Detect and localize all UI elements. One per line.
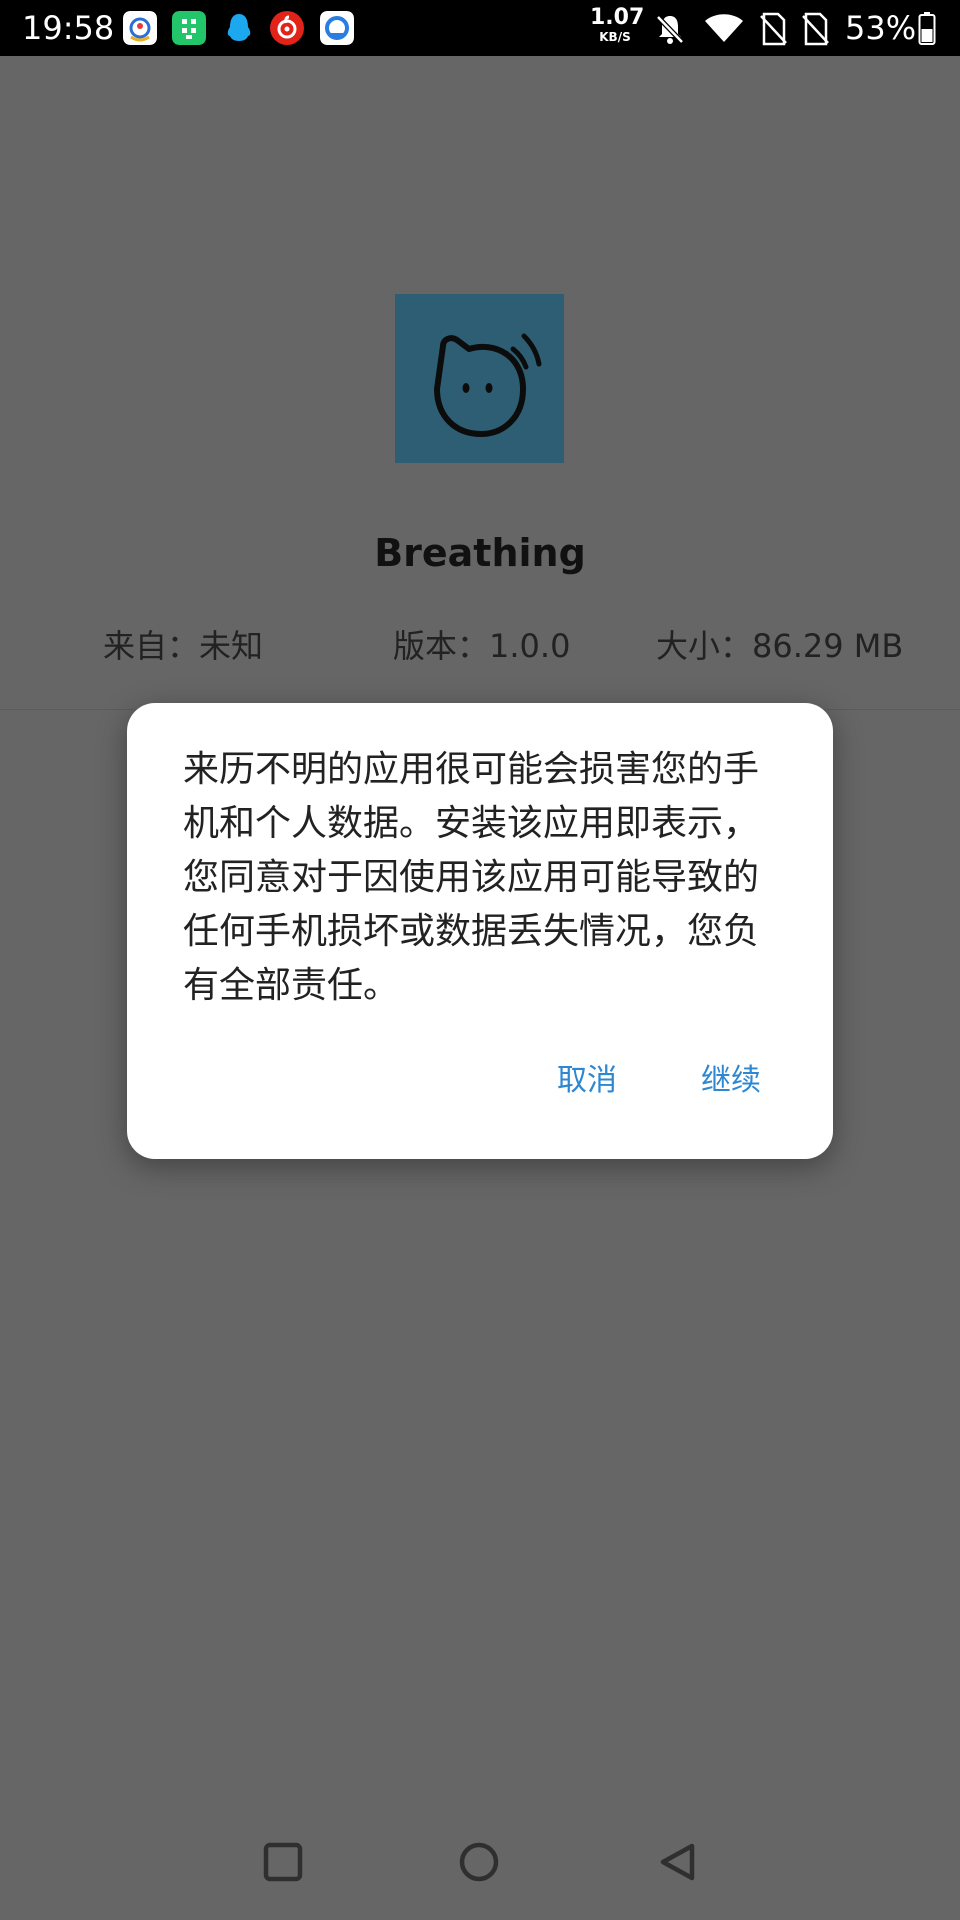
app-size: 大小：86.29 MB xyxy=(656,627,904,665)
network-speed-value: 1.07 xyxy=(590,5,645,30)
wifi-icon xyxy=(705,14,743,42)
app-logo-face-icon xyxy=(434,333,542,437)
bell-muted-icon xyxy=(656,15,684,44)
app-version: 版本：1.0.0 xyxy=(393,627,571,665)
status-time: 19:58 xyxy=(22,9,115,47)
dialog-message: 来历不明的应用很可能会损害您的手机和个人数据。安装该应用即表示，您同意对于因使用… xyxy=(183,749,760,1006)
battery-percent: 53% xyxy=(845,9,917,47)
netease-music-icon xyxy=(270,11,304,45)
app-notification-icon xyxy=(123,11,157,45)
qq-icon xyxy=(227,14,251,41)
app-source: 来自：未知 xyxy=(103,627,264,665)
no-sim-icon xyxy=(802,12,829,46)
app-icon xyxy=(395,294,564,463)
app-notification-icon xyxy=(172,11,206,45)
continue-button[interactable]: 继续 xyxy=(701,1059,761,1103)
battery-icon xyxy=(918,12,936,45)
browser-icon xyxy=(320,11,354,45)
app-name: Breathing xyxy=(374,531,586,575)
cancel-button[interactable]: 取消 xyxy=(557,1059,617,1103)
back-button[interactable] xyxy=(653,1836,705,1888)
install-warning-dialog: 来历不明的应用很可能会损害您的手机和个人数据。安装该应用即表示，您同意对于因使用… xyxy=(127,703,833,1159)
recents-button[interactable] xyxy=(257,1836,309,1888)
status-bar: 19:58 1.07 KB/S 53% xyxy=(0,0,960,56)
network-speed: 1.07 KB/S xyxy=(590,5,645,44)
network-speed-unit: KB/S xyxy=(599,30,631,44)
home-button[interactable] xyxy=(453,1836,505,1888)
no-sim-icon xyxy=(760,12,787,46)
